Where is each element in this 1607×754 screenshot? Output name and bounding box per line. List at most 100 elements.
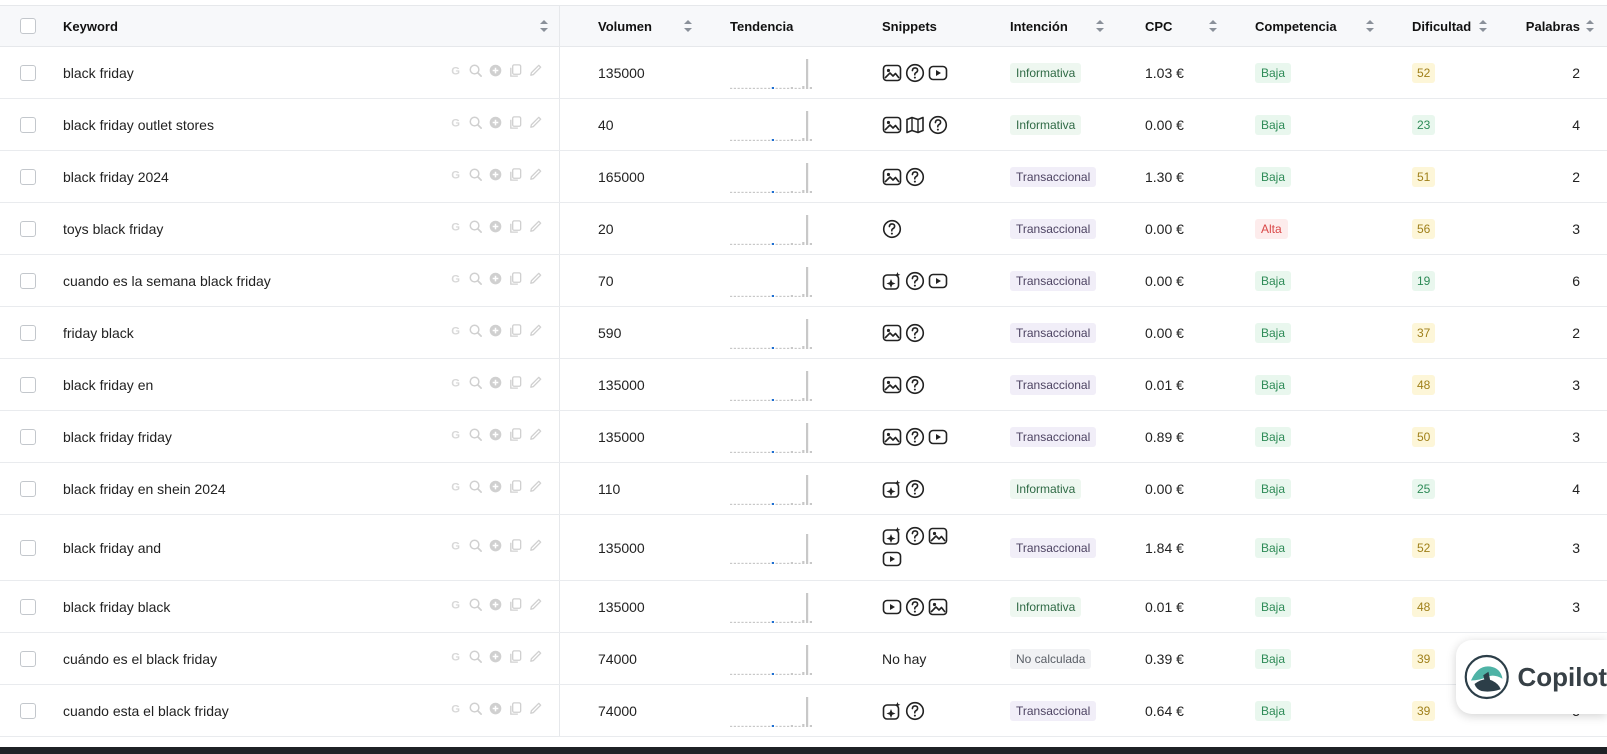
copy-icon[interactable] [508, 167, 523, 187]
add-icon[interactable] [488, 323, 503, 343]
video-icon[interactable] [928, 63, 948, 83]
keyword-text[interactable]: friday black [63, 325, 134, 341]
copy-icon[interactable] [508, 271, 523, 291]
row-checkbox[interactable] [20, 539, 36, 556]
row-checkbox[interactable] [20, 272, 36, 289]
search-icon[interactable] [468, 649, 483, 669]
search-icon[interactable] [468, 479, 483, 499]
ai-icon[interactable] [882, 526, 902, 546]
header-intencion[interactable]: Intención [1010, 6, 1135, 46]
row-checkbox[interactable] [20, 650, 36, 667]
copy-icon[interactable] [508, 427, 523, 447]
google-icon[interactable]: G [448, 63, 463, 83]
header-keyword[interactable]: Keyword [63, 6, 560, 46]
google-icon[interactable]: G [448, 375, 463, 395]
row-checkbox[interactable] [20, 324, 36, 341]
copy-icon[interactable] [508, 375, 523, 395]
copy-icon[interactable] [508, 219, 523, 239]
question-icon[interactable] [905, 597, 925, 617]
edit-icon[interactable] [528, 219, 543, 239]
copy-icon[interactable] [508, 323, 523, 343]
question-icon[interactable] [905, 271, 925, 291]
edit-icon[interactable] [528, 63, 543, 83]
keyword-text[interactable]: black friday and [63, 540, 161, 556]
sort-icon[interactable] [1586, 20, 1594, 32]
table-row[interactable]: friday black G 590 Transaccional 0.00 € … [0, 307, 1607, 359]
google-icon[interactable]: G [448, 427, 463, 447]
search-icon[interactable] [468, 701, 483, 721]
search-icon[interactable] [468, 427, 483, 447]
google-icon[interactable]: G [448, 701, 463, 721]
select-all-checkbox[interactable] [20, 18, 36, 34]
ai-icon[interactable] [882, 479, 902, 499]
edit-icon[interactable] [528, 538, 543, 558]
table-row[interactable]: toys black friday G 20 Transaccional 0.0… [0, 203, 1607, 255]
edit-icon[interactable] [528, 375, 543, 395]
add-icon[interactable] [488, 538, 503, 558]
add-icon[interactable] [488, 375, 503, 395]
row-checkbox[interactable] [20, 376, 36, 393]
google-icon[interactable]: G [448, 323, 463, 343]
question-icon[interactable] [882, 219, 902, 239]
table-row[interactable]: black friday outlet stores G 40 Informat… [0, 99, 1607, 151]
keyword-text[interactable]: black friday friday [63, 429, 172, 445]
row-checkbox[interactable] [20, 480, 36, 497]
ai-icon[interactable] [882, 271, 902, 291]
keyword-text[interactable]: black friday 2024 [63, 169, 169, 185]
sort-icon[interactable] [1479, 20, 1487, 32]
keyword-text[interactable]: black friday en shein 2024 [63, 481, 226, 497]
video-icon[interactable] [928, 271, 948, 291]
copy-icon[interactable] [508, 115, 523, 135]
image-icon[interactable] [882, 323, 902, 343]
video-icon[interactable] [882, 597, 902, 617]
question-icon[interactable] [905, 479, 925, 499]
copy-icon[interactable] [508, 597, 523, 617]
copilot-button[interactable]: Copilot [1456, 640, 1607, 714]
copy-icon[interactable] [508, 538, 523, 558]
table-row[interactable]: black friday 2024 G 165000 Transaccional… [0, 151, 1607, 203]
add-icon[interactable] [488, 427, 503, 447]
sort-icon[interactable] [1209, 20, 1217, 32]
image-icon[interactable] [928, 526, 948, 546]
search-icon[interactable] [468, 375, 483, 395]
question-icon[interactable] [905, 375, 925, 395]
copy-icon[interactable] [508, 649, 523, 669]
search-icon[interactable] [468, 167, 483, 187]
header-dificultad[interactable]: Dificultad [1412, 6, 1512, 46]
table-row[interactable]: black friday friday G 135000 Transaccion… [0, 411, 1607, 463]
row-checkbox[interactable] [20, 220, 36, 237]
header-competencia[interactable]: Competencia [1255, 6, 1405, 46]
sort-icon[interactable] [540, 20, 548, 32]
search-icon[interactable] [468, 323, 483, 343]
copy-icon[interactable] [508, 63, 523, 83]
image-icon[interactable] [882, 375, 902, 395]
google-icon[interactable]: G [448, 167, 463, 187]
row-checkbox[interactable] [20, 428, 36, 445]
keyword-text[interactable]: cuándo es el black friday [63, 651, 217, 667]
map-icon[interactable] [905, 115, 925, 135]
question-icon[interactable] [905, 526, 925, 546]
edit-icon[interactable] [528, 701, 543, 721]
add-icon[interactable] [488, 701, 503, 721]
question-icon[interactable] [905, 427, 925, 447]
keyword-text[interactable]: cuando esta el black friday [63, 703, 229, 719]
copy-icon[interactable] [508, 701, 523, 721]
edit-icon[interactable] [528, 597, 543, 617]
row-checkbox[interactable] [20, 702, 36, 719]
sort-icon[interactable] [1366, 20, 1374, 32]
header-cpc[interactable]: CPC [1145, 6, 1250, 46]
edit-icon[interactable] [528, 649, 543, 669]
question-icon[interactable] [905, 701, 925, 721]
search-icon[interactable] [468, 115, 483, 135]
copy-icon[interactable] [508, 479, 523, 499]
google-icon[interactable]: G [448, 115, 463, 135]
keyword-text[interactable]: black friday en [63, 377, 153, 393]
edit-icon[interactable] [528, 427, 543, 447]
google-icon[interactable]: G [448, 219, 463, 239]
google-icon[interactable]: G [448, 271, 463, 291]
google-icon[interactable]: G [448, 538, 463, 558]
row-checkbox[interactable] [20, 116, 36, 133]
google-icon[interactable]: G [448, 597, 463, 617]
table-row[interactable]: black friday black G 135000 Informativa … [0, 581, 1607, 633]
ai-icon[interactable] [882, 701, 902, 721]
